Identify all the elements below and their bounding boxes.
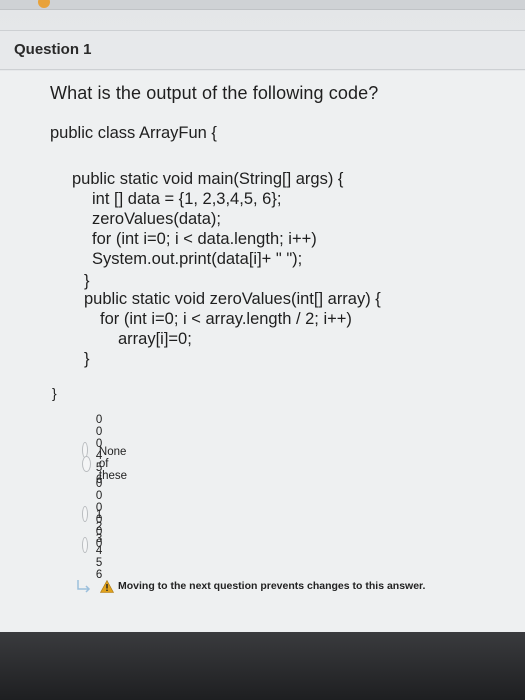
answer-option-label: None of these: [98, 446, 128, 482]
top-strip: [0, 0, 525, 10]
code-line: }: [84, 272, 90, 290]
code-line: }: [52, 385, 57, 401]
warning-triangle-icon: [100, 579, 114, 593]
code-line: public static void main(String[] args) {: [72, 170, 344, 188]
code-line: }: [84, 350, 90, 368]
warning-icon: [38, 0, 50, 8]
code-line: array[i]=0;: [118, 330, 192, 348]
code-line: for (int i=0; i < array.length / 2; i++): [100, 310, 352, 328]
code-line: public static void zeroValues(int[] arra…: [84, 290, 381, 308]
warning-message: Moving to the next question prevents cha…: [76, 579, 425, 593]
code-line: int [] data = {1, 2,3,4,5, 6};: [92, 190, 282, 208]
code-line: public class ArrayFun {: [50, 124, 217, 142]
radio-button[interactable]: [82, 537, 88, 553]
warning-text: Moving to the next question prevents cha…: [118, 580, 426, 592]
return-arrow-icon: [77, 580, 91, 593]
question-text: What is the output of the following code…: [50, 83, 379, 103]
question-title: Question 1: [14, 41, 92, 58]
radio-button[interactable]: [82, 456, 91, 472]
code-line: for (int i=0; i < data.length; i++): [92, 230, 317, 248]
monitor-bezel: [0, 632, 525, 700]
browser-page: Question 1 What is the output of the fol…: [0, 0, 525, 632]
question-header: Question 1: [0, 30, 525, 70]
answer-option-label: 1 2 3 4 5 6: [95, 509, 104, 581]
answer-option[interactable]: None of these: [82, 446, 134, 482]
code-line: System.out.print(data[i]+ " ");: [92, 250, 303, 268]
answer-option[interactable]: 1 2 3 4 5 6: [82, 509, 113, 581]
code-line: zeroValues(data);: [92, 210, 222, 228]
question-content: What is the output of the following code…: [0, 71, 525, 632]
